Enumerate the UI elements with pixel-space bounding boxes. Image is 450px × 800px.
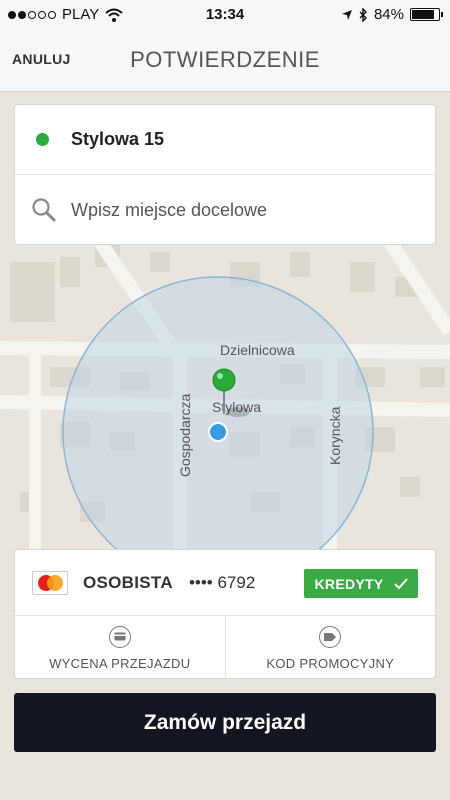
promo-code-button[interactable]: KOD PROMOCYJNY: [226, 616, 436, 680]
search-icon: [32, 198, 56, 222]
pickup-row[interactable]: Stylowa 15: [15, 105, 435, 175]
credits-button[interactable]: KREDYTY: [304, 569, 418, 598]
status-bar: PLAY 13:34 84%: [0, 0, 450, 30]
street-label-dzielnicowa: Dzielnicowa: [220, 342, 295, 358]
check-icon: [393, 577, 408, 589]
order-ride-button[interactable]: Zamów przejazd: [14, 693, 436, 752]
fare-estimate-button[interactable]: WYCENA PRZEJAZDU: [15, 616, 226, 680]
page-title: POTWIERDZENIE: [130, 47, 320, 72]
street-label-koryncka: Koryncka: [327, 406, 343, 465]
destination-row[interactable]: [15, 175, 435, 245]
fare-estimate-label: WYCENA PRZEJAZDU: [49, 655, 191, 671]
pickup-dot-icon: [36, 133, 49, 146]
payment-card: OSOBISTA •••• 6792 KREDYTY WYCENA PRZEJA…: [14, 549, 436, 680]
status-right: 84%: [341, 6, 443, 23]
battery-icon: [410, 8, 443, 21]
promo-tag-icon: [319, 625, 342, 648]
nav-bar: ANULUJ POTWIERDZENIE: [0, 30, 450, 92]
address-card: Stylowa 15: [14, 104, 436, 245]
bluetooth-icon: [359, 7, 367, 22]
current-location-dot: [208, 422, 228, 442]
mastercard-icon: [32, 570, 68, 595]
payment-card-name: OSOBISTA: [83, 572, 173, 592]
payment-card-number: •••• 6792: [188, 572, 256, 592]
payment-method-row[interactable]: OSOBISTA •••• 6792 KREDYTY: [15, 550, 435, 616]
promo-code-label: KOD PROMOCYJNY: [266, 655, 395, 671]
battery-percent: 84%: [373, 6, 404, 23]
payment-actions: WYCENA PRZEJAZDU KOD PROMOCYJNY: [15, 616, 435, 680]
street-label-gospodarcza: Gospodarcza: [177, 394, 193, 477]
location-arrow-icon: [341, 9, 352, 20]
credits-label: KREDYTY: [314, 575, 384, 592]
pickup-address: Stylowa 15: [71, 129, 165, 149]
fare-card-icon: [108, 625, 131, 648]
destination-input[interactable]: [71, 199, 401, 221]
